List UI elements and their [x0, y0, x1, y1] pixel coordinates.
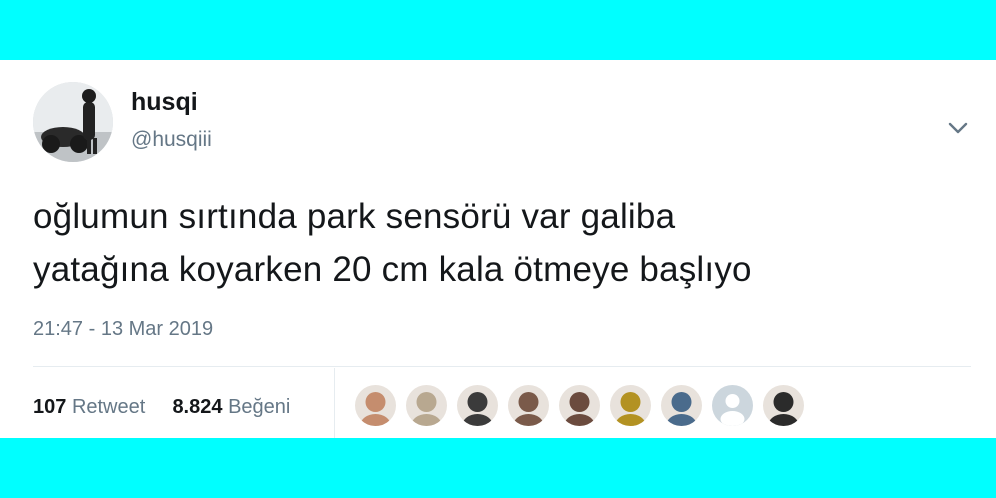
- user-avatar-photo-icon: [661, 385, 702, 426]
- tweet-card: husqi @husqiii oğlumun sırtında park sen…: [0, 60, 996, 438]
- tweet-stats: 107 Retweet 8.824 Beğeni: [33, 394, 290, 420]
- user-avatar-photo-icon: [508, 385, 549, 426]
- user-avatar-photo-icon: [355, 385, 396, 426]
- tweet-text-line: oğlumun sırtında park sensörü var galiba: [33, 197, 676, 236]
- liker-avatar[interactable]: [457, 385, 498, 426]
- like-label: Beğeni: [228, 396, 291, 418]
- stats-divider: [334, 368, 335, 438]
- user-handle[interactable]: @husqiii: [131, 127, 212, 153]
- like-count: 8.824: [172, 396, 223, 418]
- display-name[interactable]: husqi: [131, 87, 198, 117]
- liker-avatar[interactable]: [661, 385, 702, 426]
- avatar-photo-icon: [33, 82, 113, 162]
- profile-avatar[interactable]: [33, 82, 113, 162]
- liker-avatar[interactable]: [712, 385, 753, 426]
- liker-avatar[interactable]: [355, 385, 396, 426]
- retweet-label: Retweet: [71, 396, 146, 418]
- retweet-stat[interactable]: 107 Retweet: [33, 396, 151, 418]
- like-stat[interactable]: 8.824 Beğeni: [172, 396, 290, 418]
- liker-avatar[interactable]: [610, 385, 651, 426]
- default-avatar-icon: [712, 385, 753, 426]
- liker-avatar[interactable]: [559, 385, 600, 426]
- user-avatar-photo-icon: [763, 385, 804, 426]
- user-avatar-photo-icon: [559, 385, 600, 426]
- liker-avatar[interactable]: [406, 385, 447, 426]
- user-avatar-photo-icon: [457, 385, 498, 426]
- chevron-down-icon[interactable]: [944, 114, 972, 142]
- retweet-count: 107: [33, 396, 67, 418]
- user-avatar-photo-icon: [610, 385, 651, 426]
- liker-avatars: [355, 385, 804, 427]
- divider: [33, 366, 971, 367]
- liker-avatar[interactable]: [508, 385, 549, 426]
- tweet-text-line: yatağına koyarken 20 cm kala ötmeye başl…: [33, 250, 752, 289]
- tweet-timestamp[interactable]: 21:47 - 13 Mar 2019: [33, 317, 213, 341]
- user-avatar-photo-icon: [406, 385, 447, 426]
- liker-avatar[interactable]: [763, 385, 804, 426]
- tweet-text: oğlumun sırtında park sensörü var galiba…: [33, 190, 963, 296]
